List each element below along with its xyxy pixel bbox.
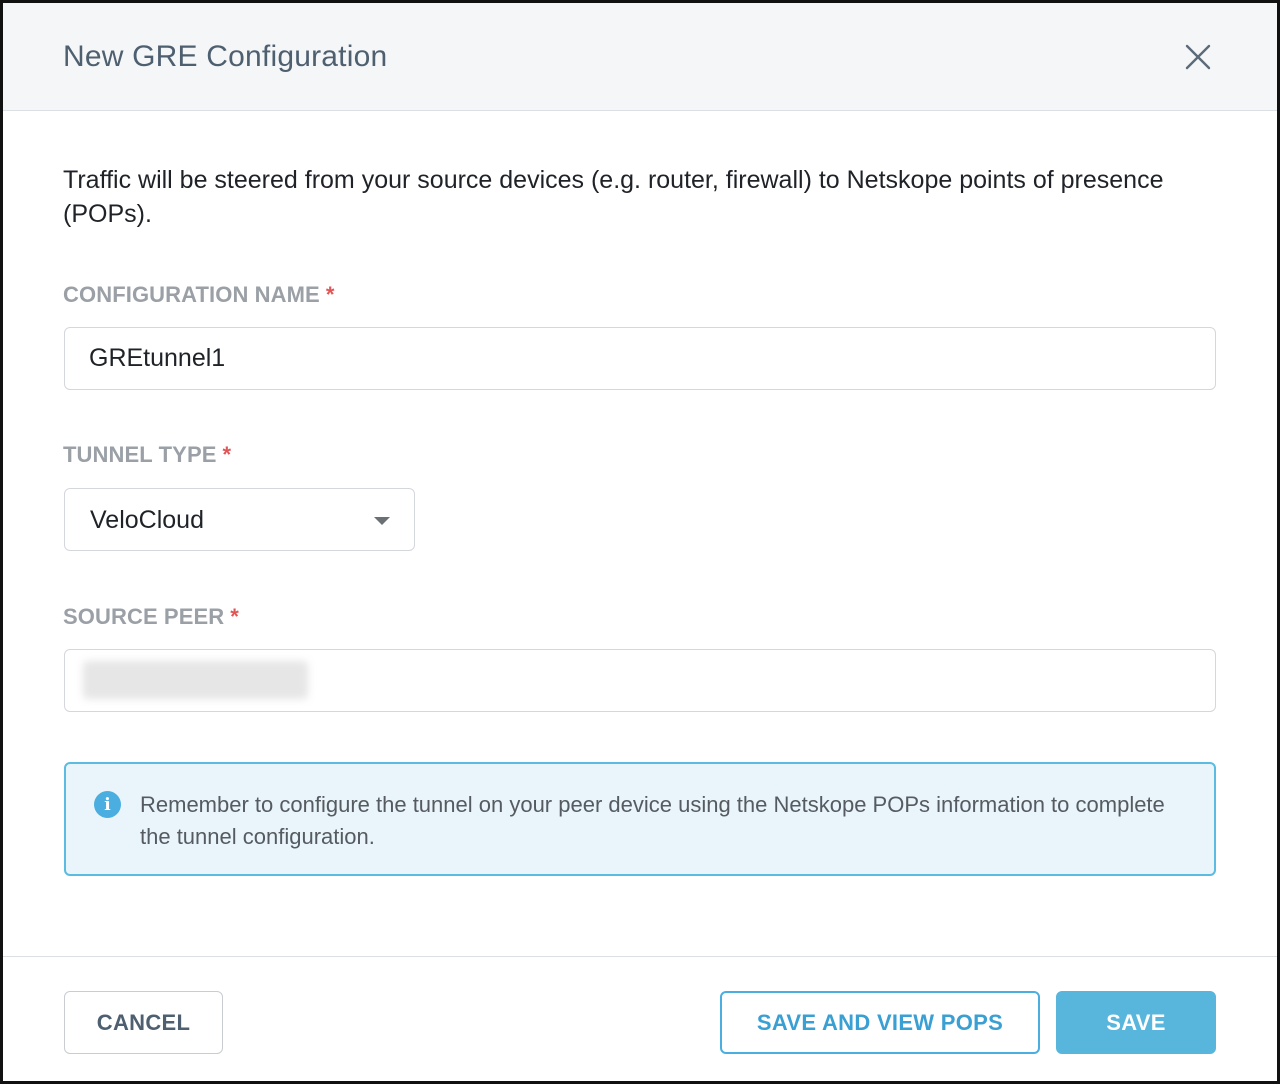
required-asterisk: * <box>325 282 335 307</box>
save-button[interactable]: SAVE <box>1056 991 1216 1054</box>
close-icon <box>1185 44 1211 70</box>
tunnel-type-label: TUNNEL TYPE * <box>63 442 231 468</box>
footer-divider <box>3 956 1277 957</box>
close-button[interactable] <box>1180 39 1216 75</box>
tunnel-type-selected-value: VeloCloud <box>90 506 204 534</box>
save-and-view-pops-button[interactable]: SAVE AND VIEW POPS <box>720 991 1040 1054</box>
info-text: Remember to configure the tunnel on your… <box>140 792 1165 849</box>
config-name-label-text: CONFIGURATION NAME <box>63 282 320 307</box>
tunnel-type-select[interactable]: VeloCloud <box>64 488 415 551</box>
config-name-input[interactable] <box>64 327 1216 390</box>
source-peer-label: SOURCE PEER * <box>63 604 239 630</box>
chevron-down-icon <box>374 517 390 525</box>
required-asterisk: * <box>222 442 232 467</box>
config-name-label: CONFIGURATION NAME * <box>63 282 335 308</box>
info-icon: i <box>94 791 121 818</box>
required-asterisk: * <box>230 604 239 629</box>
gre-config-dialog: New GRE Configuration Traffic will be st… <box>0 0 1280 1084</box>
source-peer-label-text: SOURCE PEER <box>63 604 225 629</box>
intro-text: Traffic will be steered from your source… <box>63 166 1164 228</box>
tunnel-type-label-text: TUNNEL TYPE <box>63 442 217 467</box>
dialog-title: New GRE Configuration <box>63 40 388 73</box>
dialog-header: New GRE Configuration <box>3 3 1277 111</box>
info-banner: i Remember to configure the tunnel on yo… <box>64 762 1216 876</box>
redacted-value <box>83 661 308 699</box>
cancel-button[interactable]: CANCEL <box>64 991 223 1054</box>
